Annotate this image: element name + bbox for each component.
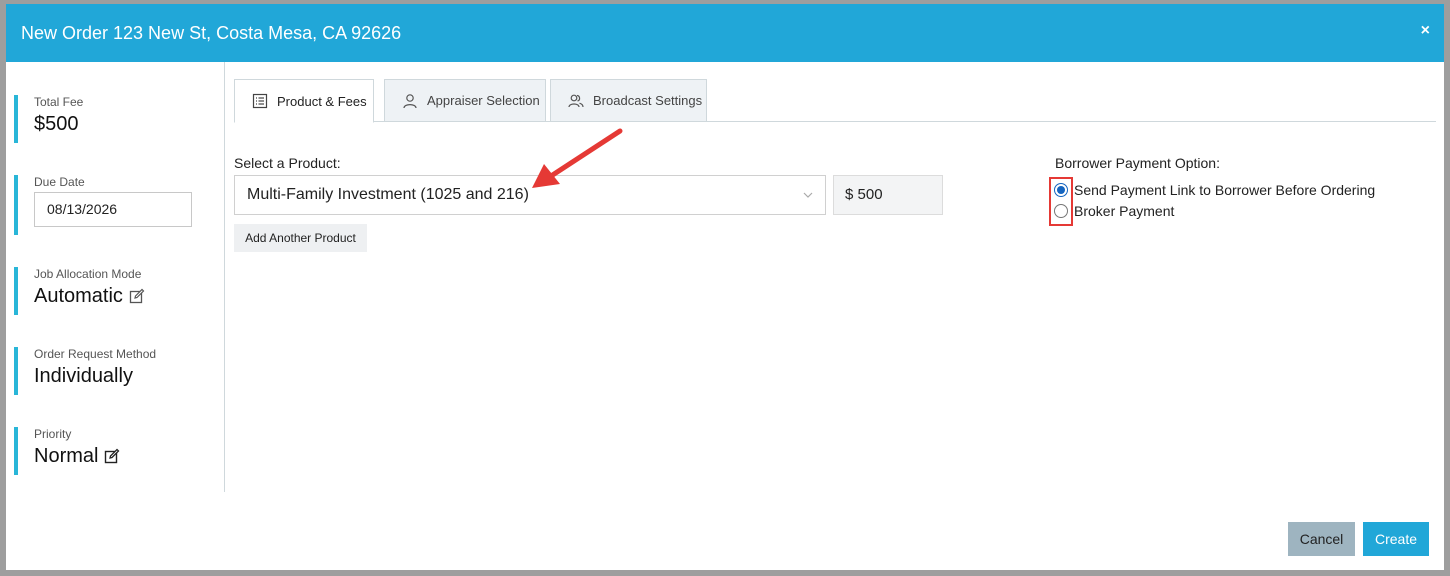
payment-option-label: Borrower Payment Option: (1055, 155, 1220, 171)
cancel-button[interactable]: Cancel (1288, 522, 1355, 556)
job-allocation-item: Job Allocation Mode Automatic (14, 267, 214, 315)
payment-option-send-link[interactable]: Send Payment Link to Borrower Before Ord… (1054, 182, 1375, 198)
due-date-label: Due Date (34, 175, 85, 189)
priority-label: Priority (34, 427, 72, 441)
order-request-item: Order Request Method Individually (14, 347, 214, 395)
tab-appraiser-selection[interactable]: Appraiser Selection (384, 79, 546, 122)
create-button[interactable]: Create (1363, 522, 1429, 556)
tab-product-fees[interactable]: Product & Fees (234, 79, 374, 123)
tab-bar: Product & Fees Appraiser Selection Broad… (234, 79, 1436, 123)
list-icon (252, 93, 268, 109)
job-allocation-value: Automatic (34, 285, 123, 307)
edit-icon[interactable] (129, 288, 145, 304)
add-another-product-button[interactable]: Add Another Product (234, 224, 367, 252)
priority-item: Priority Normal (14, 427, 214, 475)
due-date-item: Due Date 08/13/2026 (14, 175, 214, 235)
order-summary-sidebar: Total Fee $500 Due Date 08/13/2026 Job A… (6, 62, 225, 492)
total-fee-item: Total Fee $500 (14, 95, 214, 143)
user-icon (403, 93, 417, 108)
radio-button-checked[interactable] (1054, 183, 1068, 197)
users-icon (568, 94, 584, 107)
tab-label: Broadcast Settings (593, 93, 703, 108)
tab-label: Product & Fees (277, 93, 367, 109)
order-request-label: Order Request Method (34, 347, 157, 361)
radio-button[interactable] (1054, 204, 1068, 218)
total-fee-label: Total Fee (34, 95, 84, 109)
due-date-input[interactable]: 08/13/2026 (34, 192, 192, 227)
job-allocation-label: Job Allocation Mode (34, 267, 142, 281)
new-order-modal: New Order 123 New St, Costa Mesa, CA 926… (0, 0, 1450, 576)
annotation-arrow-icon (532, 128, 623, 188)
modal-title: New Order 123 New St, Costa Mesa, CA 926… (21, 23, 402, 43)
tab-broadcast-settings[interactable]: Broadcast Settings (550, 79, 707, 122)
priority-value: Normal (34, 445, 99, 467)
total-fee-value: $500 (34, 113, 79, 135)
priority-row: Normal (34, 445, 214, 468)
product-price-field[interactable]: $ 500 (833, 175, 943, 215)
job-allocation-row: Automatic (34, 285, 214, 308)
select-product-label: Select a Product: (234, 155, 341, 171)
order-request-value: Individually (34, 365, 133, 387)
radio-label: Broker Payment (1074, 203, 1175, 219)
product-select-value: Multi-Family Investment (1025 and 216) (247, 186, 529, 203)
payment-option-broker[interactable]: Broker Payment (1054, 203, 1174, 219)
radio-label: Send Payment Link to Borrower Before Ord… (1074, 182, 1376, 198)
chevron-down-icon (803, 192, 813, 198)
tab-label: Appraiser Selection (427, 93, 540, 108)
modal-header: New Order 123 New St, Costa Mesa, CA 926… (6, 4, 1444, 62)
edit-icon[interactable] (104, 448, 120, 464)
close-button[interactable]: × (1421, 22, 1430, 40)
